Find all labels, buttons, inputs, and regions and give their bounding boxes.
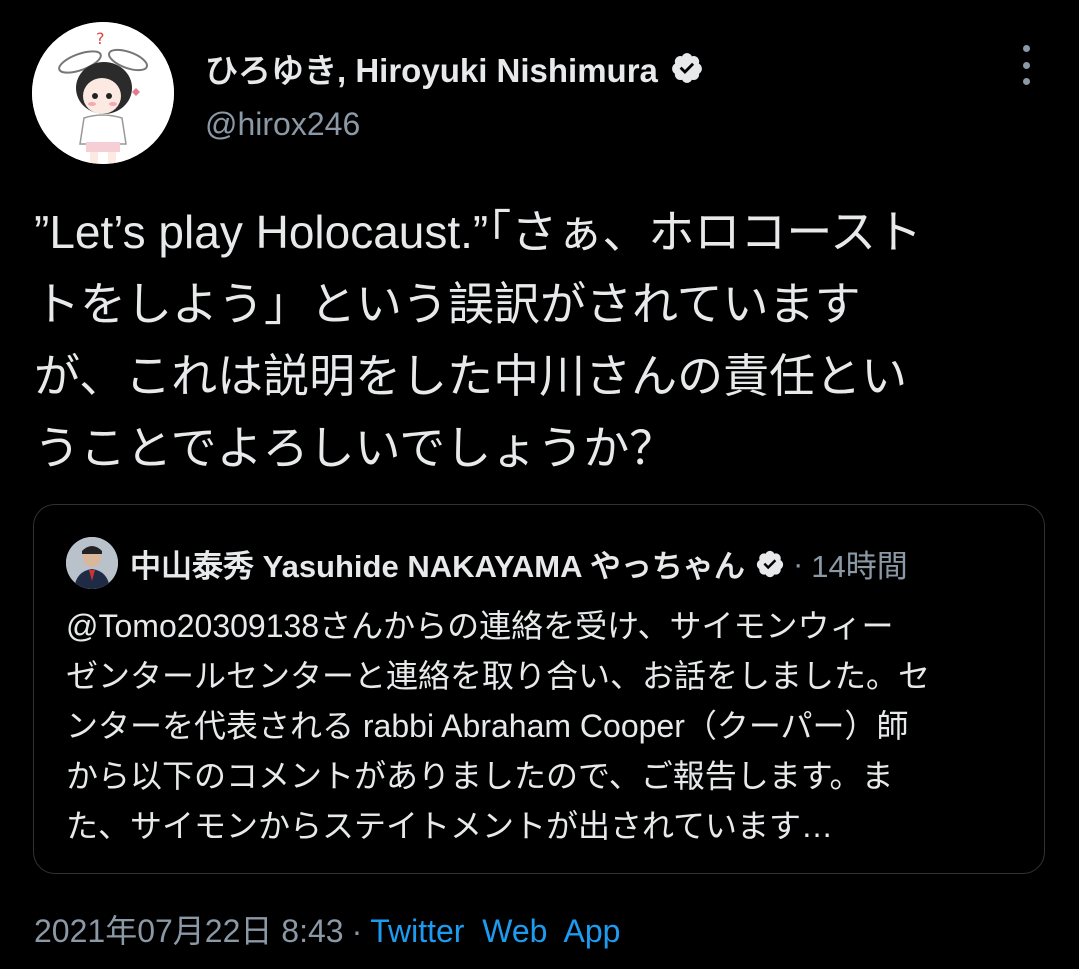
quoted-timestamp[interactable]: 14時間 [811, 541, 907, 586]
author-avatar[interactable]: ? [32, 22, 174, 164]
more-vertical-icon[interactable] [1014, 45, 1038, 85]
tweet-source-link[interactable]: Twitter Web App [370, 913, 620, 949]
author-name[interactable]: ひろゆき, Hiroyuki Nishimura [205, 44, 658, 92]
more-dot [1022, 61, 1030, 69]
svg-text:?: ? [96, 29, 105, 48]
verified-badge-icon [672, 53, 702, 83]
tweet-text: ”Let’s play Holocaust.”「さぁ、ホロコースト トをしよう」… [34, 206, 923, 474]
author-name-row[interactable]: ひろゆき, Hiroyuki Nishimura [205, 44, 704, 92]
avatar-illustration: ? [32, 22, 174, 164]
verified-badge-icon [756, 550, 784, 577]
author-handle[interactable]: @hirox246 [205, 106, 360, 143]
tweet-datetime[interactable]: 2021年07月22日 8:43 [34, 913, 344, 949]
quoted-avatar-photo [66, 537, 118, 589]
quoted-tweet-text: @Tomo20309138さんからの連絡を受け、サイモンウィー ゼンタールセンタ… [66, 608, 931, 844]
separator-dot: · [351, 913, 363, 949]
more-dot [1022, 78, 1030, 85]
quoted-author-avatar[interactable] [66, 537, 118, 589]
separator-dot: · [792, 545, 804, 581]
quoted-tweet-card[interactable]: 中山泰秀 Yasuhide NAKAYAMA やっちゃん · 14時間 @Tom… [33, 504, 1045, 874]
quoted-header: 中山泰秀 Yasuhide NAKAYAMA やっちゃん · 14時間 [130, 541, 908, 586]
more-dot [1022, 45, 1030, 52]
tweet-meta: 2021年07月22日 8:43 · Twitter Web App [34, 906, 620, 952]
quoted-author-name[interactable]: 中山泰秀 Yasuhide NAKAYAMA やっちゃん [130, 541, 745, 586]
